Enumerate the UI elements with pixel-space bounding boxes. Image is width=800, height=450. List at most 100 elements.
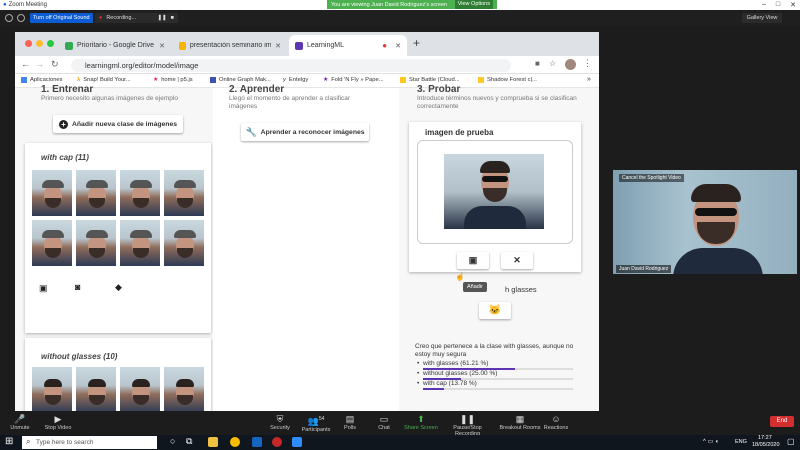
- camera-capture-icon[interactable]: ◙: [75, 282, 80, 292]
- add-class-label: Añadir nueva clase de imágenes: [71, 120, 178, 128]
- class-title: without glasses (10): [41, 352, 118, 361]
- outlook-icon[interactable]: [252, 437, 262, 447]
- wrench-icon: 🔧: [245, 126, 257, 137]
- stop-video-button[interactable]: ▶ Stop Video: [38, 413, 78, 431]
- bookmark-item[interactable]: Star Battle (Cloud...: [400, 77, 460, 83]
- maximize-icon[interactable]: □: [776, 1, 780, 9]
- shield-icon[interactable]: [5, 14, 13, 22]
- notifications-icon[interactable]: ▢: [787, 437, 795, 446]
- scratch-button[interactable]: 🐱: [479, 302, 511, 319]
- bookmark-item[interactable]: Shadow Forest c|...: [478, 77, 537, 83]
- close-window-icon[interactable]: [25, 40, 32, 47]
- security-button[interactable]: ⛨ Security: [260, 413, 300, 431]
- share-banner-text: You are viewing Juan David Rodriguez's s…: [331, 1, 448, 8]
- close-tab-icon[interactable]: ✕: [275, 42, 281, 50]
- camera-icon[interactable]: ■: [535, 59, 540, 68]
- result-bar-fill: [423, 388, 444, 390]
- folder-icon: [400, 77, 406, 83]
- back-icon[interactable]: ←: [21, 59, 30, 69]
- lambda-icon: λ: [77, 77, 81, 83]
- url-input[interactable]: learningml.org/editor/model/image: [71, 59, 511, 72]
- tab-google-drive[interactable]: Prioritario - Google Drive ✕: [59, 35, 171, 56]
- add-photo-icon[interactable]: ▣: [39, 283, 48, 294]
- star-icon[interactable]: ☆: [549, 59, 556, 68]
- sunglasses-shape: [482, 176, 508, 182]
- video-camera-icon: ▶: [54, 414, 62, 424]
- recording-tab-icon: ●: [382, 41, 388, 50]
- chat-button[interactable]: ▭ Chat: [364, 413, 404, 431]
- drive-icon: [65, 41, 73, 50]
- tab-learningml[interactable]: LearningML ● ✕: [289, 35, 407, 56]
- turn-off-original-sound-button[interactable]: Turn off Original Sound: [30, 13, 93, 23]
- result-row: • with cap (13.78 %): [417, 380, 477, 387]
- minimize-window-icon[interactable]: [36, 40, 43, 47]
- image-grid: [31, 366, 207, 411]
- zoom-window-icon[interactable]: [47, 40, 54, 47]
- new-tab-icon[interactable]: +: [413, 36, 420, 50]
- chrome-icon[interactable]: [230, 437, 240, 447]
- close-tab-icon[interactable]: ✕: [159, 42, 165, 50]
- close-icon: ✕: [513, 255, 521, 265]
- profile-avatar[interactable]: [565, 59, 576, 70]
- language-indicator[interactable]: ENG: [735, 439, 747, 445]
- app-icon[interactable]: [272, 437, 282, 447]
- hair-shape: [480, 161, 510, 173]
- control-label: Breakout Rooms: [499, 425, 541, 431]
- zoom-control-bar: 🎤 Unmute ▶ Stop Video ⛨ Security 👥54 Partici…: [0, 411, 800, 437]
- add-image-button[interactable]: ▣: [457, 252, 489, 269]
- reactions-button[interactable]: ☺ Reactions: [536, 413, 576, 431]
- label-icon[interactable]: ◆: [115, 282, 122, 293]
- close-tab-icon[interactable]: ✕: [395, 42, 401, 50]
- control-label: Share Screen: [404, 425, 438, 431]
- stop-icon[interactable]: ■: [171, 15, 174, 21]
- tab-label: LearningML: [307, 42, 344, 49]
- test-panel: 3. Probar Introduce términos nuevos y co…: [401, 84, 599, 411]
- bookmark-item[interactable]: ★ Fold 'N Fly » Pape...: [323, 77, 384, 83]
- close-icon[interactable]: ✕: [790, 1, 796, 9]
- bookmark-item[interactable]: y Entelgy: [283, 77, 308, 83]
- clock-time[interactable]: 17:27: [758, 435, 772, 441]
- file-explorer-icon[interactable]: [208, 437, 218, 447]
- learn-button[interactable]: 🔧 Aprender a reconocer imágenes: [241, 123, 369, 141]
- task-view-icon[interactable]: ⧉: [186, 436, 192, 447]
- view-options-button[interactable]: View Options: [454, 0, 493, 9]
- pause-icon[interactable]: ❚❚: [157, 15, 166, 21]
- training-image: [119, 219, 161, 267]
- add-class-button[interactable]: + Añadir nueva clase de imágenes: [53, 115, 183, 133]
- image-grid: [31, 169, 207, 269]
- taskbar-search-input[interactable]: Type here to search: [22, 436, 157, 449]
- cortana-icon[interactable]: ○: [170, 436, 175, 446]
- bookmark-item[interactable]: ★ home | p5.js: [153, 77, 193, 83]
- gallery-view-button[interactable]: Gallery View: [742, 13, 782, 23]
- windows-start-icon[interactable]: ⊞: [5, 436, 13, 447]
- tab-presentation[interactable]: presentación seminario iml tas ✕: [173, 35, 287, 56]
- pause-recording-button[interactable]: ❚❚ Pause/Stop Recording: [440, 413, 495, 437]
- bookmark-item[interactable]: λ Snap! Build Your...: [77, 77, 131, 83]
- minimize-icon[interactable]: –: [762, 1, 766, 9]
- unmute-button[interactable]: 🎤 Unmute: [0, 413, 40, 431]
- learn-title: 2. Aprender: [229, 84, 285, 95]
- end-meeting-button[interactable]: End: [770, 416, 794, 427]
- system-tray-icon[interactable]: ^ ▭ ◖: [703, 438, 718, 445]
- tab-bar: Prioritario - Google Drive ✕ presentació…: [15, 32, 599, 56]
- control-label: Polls: [344, 425, 356, 431]
- microphone-muted-icon: 🎤: [14, 414, 26, 424]
- clock-date[interactable]: 18/05/2020: [752, 442, 780, 448]
- share-screen-button[interactable]: ⬆ Share Screen: [401, 413, 441, 431]
- forward-icon[interactable]: →: [35, 59, 44, 69]
- clear-image-button[interactable]: ✕: [501, 252, 533, 269]
- chat-icon: ▭: [379, 414, 389, 424]
- menu-icon[interactable]: ⋮: [583, 58, 592, 69]
- info-icon[interactable]: [17, 14, 25, 22]
- more-bookmarks-icon[interactable]: »: [587, 76, 591, 83]
- bookmark-item[interactable]: Aplicaciones: [21, 77, 63, 83]
- slides-icon: [179, 41, 186, 50]
- reload-icon[interactable]: ↻: [51, 59, 59, 70]
- class-card-without-glasses: without glasses (10): [25, 338, 211, 411]
- cancel-spotlight-button[interactable]: Cancel the Spotlight Video: [619, 174, 684, 182]
- learn-panel: 2. Aprender Llegó el momento de aprender…: [213, 84, 399, 411]
- entelgy-icon: y: [283, 77, 286, 83]
- zoom-taskbar-icon[interactable]: [292, 437, 302, 447]
- bookmark-item[interactable]: Online Graph Mak...: [210, 77, 271, 83]
- bookmark-label: Fold 'N Fly » Pape...: [331, 77, 384, 83]
